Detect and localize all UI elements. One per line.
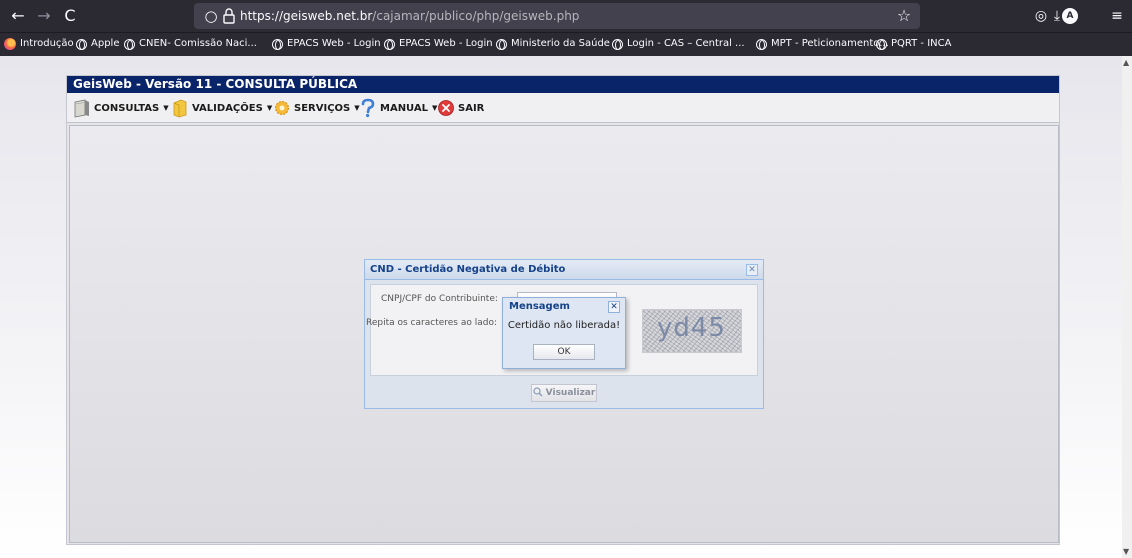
cnd-window-title: CND - Certidão Negativa de Débito (370, 264, 566, 275)
account-icon[interactable]: A (1062, 8, 1078, 24)
folder-icon (171, 98, 189, 118)
globe-icon (876, 38, 887, 50)
app-title: GeisWeb - Versão 11 - CONSULTA PÚBLICA (67, 76, 1059, 93)
menu-manual-label: MANUAL (380, 102, 428, 114)
menu-consultas[interactable]: CONSULTAS ▼ (73, 97, 169, 119)
menu-servicos[interactable]: SERVIÇOS ▼ (273, 97, 360, 119)
menu-validacoes[interactable]: VALIDAÇÕES ▼ (171, 97, 272, 119)
reload-icon[interactable]: C (58, 4, 82, 28)
bookmark-label: Apple (91, 38, 120, 49)
visualizar-label: Visualizar (545, 388, 596, 398)
bookmark-item[interactable]: Ministerio da Saúde (496, 33, 610, 55)
bookmark-label: Login - CAS – Central ... (627, 38, 745, 49)
close-icon[interactable]: ✕ (608, 301, 620, 313)
bookmark-star-icon[interactable]: ☆ (894, 5, 914, 27)
bookmarks-bar: Introdução Apple CNEN- Comissão Naci... … (0, 32, 1132, 56)
bookmark-label: Introdução (20, 38, 74, 49)
bookmark-item[interactable]: Apple (76, 33, 119, 55)
menu-consultas-label: CONSULTAS (94, 102, 160, 114)
bookmark-item[interactable]: CNEN- Comissão Naci... (124, 33, 257, 55)
bookmark-label: EPACS Web - Login (287, 38, 381, 49)
bookmark-item[interactable]: Introdução (4, 33, 74, 55)
scroll-up-icon[interactable]: ▲ (1123, 58, 1129, 67)
captcha-image: yd45 (642, 309, 742, 353)
menu-sair[interactable]: SAIR (437, 97, 484, 119)
magnifier-icon (533, 386, 543, 400)
message-text: Certidão não liberada! (507, 320, 621, 331)
captcha-label: Repita os caracteres ao lado: (366, 318, 497, 328)
globe-icon (124, 38, 135, 50)
bookmark-label: Ministerio da Saúde (511, 38, 610, 49)
bookmark-item[interactable]: Login - CAS – Central ... (612, 33, 745, 55)
globe-icon (384, 38, 395, 50)
url-bar[interactable]: ○ https://geisweb.net.br/cajamar/publico… (194, 3, 920, 29)
url-host: https://geisweb.net.br (240, 9, 373, 23)
forward-icon[interactable]: → (32, 4, 56, 28)
exit-icon (437, 98, 455, 118)
close-icon[interactable]: ✕ (746, 264, 758, 276)
page-scrollbar[interactable]: ▲ ▼ (1122, 56, 1132, 558)
menu-sair-label: SAIR (458, 102, 485, 114)
back-icon[interactable]: ← (6, 4, 30, 28)
message-dialog-header[interactable]: Mensagem ✕ (503, 298, 625, 316)
globe-icon (756, 38, 767, 50)
cnd-window-header[interactable]: CND - Certidão Negativa de Débito ✕ (365, 260, 763, 280)
hamburger-menu-icon[interactable]: ≡ (1106, 5, 1128, 27)
globe-icon (612, 38, 623, 50)
bookmark-item[interactable]: EPACS Web - Login (272, 33, 381, 55)
bookmark-label: PQRT - INCA (891, 38, 952, 49)
menu-servicos-label: SERVIÇOS (294, 102, 351, 114)
globe-icon (272, 38, 283, 50)
bookmark-label: MPT - Peticionamento... (771, 38, 889, 49)
help-question-icon (359, 98, 377, 118)
lock-icon[interactable] (222, 6, 236, 26)
message-dialog-title: Mensagem (509, 301, 570, 312)
app-menubar: CONSULTAS ▼ VALIDAÇÕES ▼ SERVIÇOS ▼ MANUAL ▼… (67, 93, 1059, 123)
bookmark-item[interactable]: PQRT - INCA (876, 33, 951, 55)
ok-button[interactable]: OK (533, 344, 595, 360)
chevron-down-icon: ▼ (266, 104, 273, 112)
book-icon (73, 98, 91, 118)
firefox-icon (4, 38, 16, 50)
globe-icon (76, 38, 87, 50)
url-text[interactable]: https://geisweb.net.br/cajamar/publico/p… (240, 3, 579, 29)
gear-icon (273, 98, 291, 118)
visualizar-button[interactable]: Visualizar (531, 384, 597, 402)
bookmark-item[interactable]: EPACS Web - Login (384, 33, 493, 55)
captcha-text: yd45 (657, 313, 726, 343)
url-path: /cajamar/publico/php/geisweb.php (372, 9, 580, 23)
bookmark-label: CNEN- Comissão Naci... (139, 38, 257, 49)
menu-validacoes-label: VALIDAÇÕES (192, 102, 263, 114)
cnpj-label: CNPJ/CPF do Contribuinte: (381, 294, 498, 304)
browser-toolbar: ← → C ○ https://geisweb.net.br/cajamar/p… (0, 0, 1132, 32)
tracking-shield-icon[interactable]: ○ (202, 6, 220, 26)
chevron-down-icon: ▼ (163, 104, 169, 112)
scroll-down-icon[interactable]: ▼ (1123, 547, 1129, 556)
bookmark-item[interactable]: MPT - Peticionamento... (756, 33, 889, 55)
bookmark-label: EPACS Web - Login (399, 38, 493, 49)
globe-icon (496, 38, 507, 50)
menu-manual[interactable]: MANUAL ▼ (359, 97, 437, 119)
message-dialog: Mensagem ✕ Certidão não liberada! OK (502, 297, 626, 369)
